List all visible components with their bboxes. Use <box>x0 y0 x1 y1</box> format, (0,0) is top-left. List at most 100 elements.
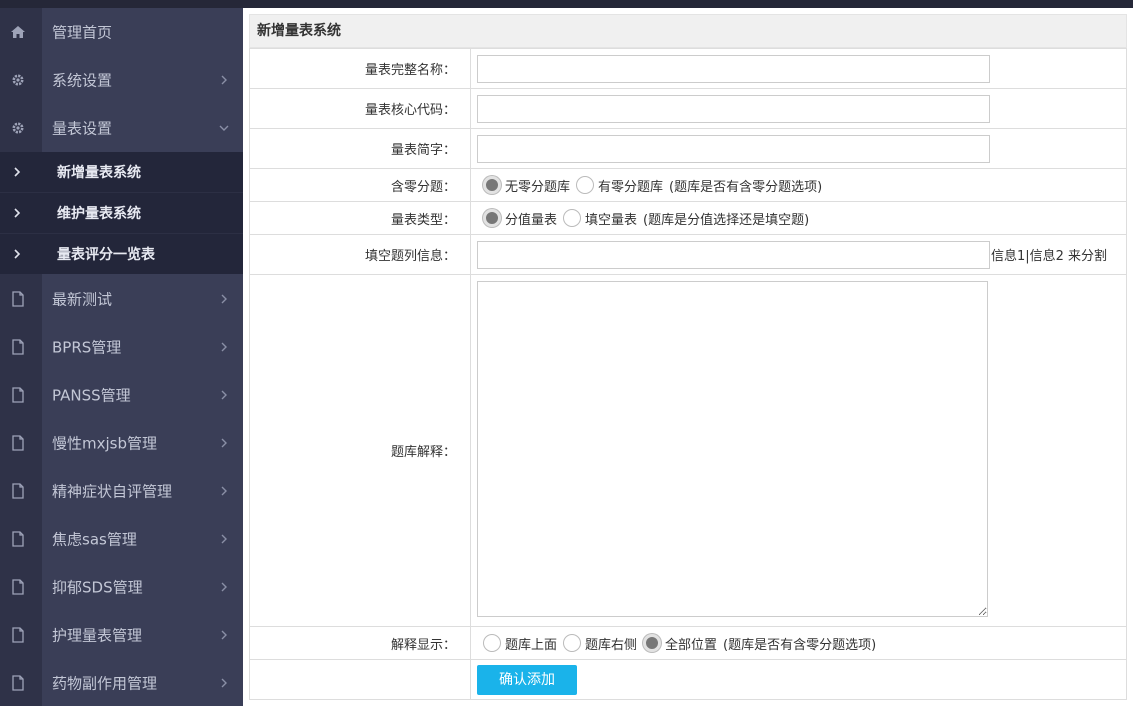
top-bar <box>0 0 1133 8</box>
main-content: 新增量表系统 量表完整名称： 量表核心代码： 量表简字： 含零分题： 无零分题库… <box>249 14 1127 700</box>
submenu-item-add-scale[interactable]: 新增量表系统 <box>0 152 243 193</box>
sidebar-item-drug-side-effects[interactable]: 药物副作用管理 <box>0 659 243 706</box>
file-icon <box>12 579 24 595</box>
sidebar-item-panss[interactable]: PANSS管理 <box>0 371 243 419</box>
explanation-textarea[interactable] <box>477 280 988 617</box>
explain-display-hint: (题库是否有含零分题选项) <box>723 637 877 653</box>
radio-score-scale[interactable] <box>483 209 501 227</box>
submit-cell: 确认添加 <box>470 659 1127 700</box>
form-row-submit: 确认添加 <box>249 659 1127 700</box>
sidebar-item-chronic[interactable]: 慢性mxjsb管理 <box>0 419 243 467</box>
submenu-item-label: 新增量表系统 <box>57 165 141 181</box>
file-icon <box>12 675 24 691</box>
core-code-input[interactable] <box>477 94 990 123</box>
sidebar-item-system-settings[interactable]: 系统设置 <box>0 56 243 104</box>
sidebar-item-label: BPRS管理 <box>52 338 122 357</box>
sidebar-item-label: 药物副作用管理 <box>52 674 158 693</box>
zero-sub-hint: (题库是否有含零分题选项) <box>669 179 823 195</box>
chevron-right-icon <box>221 294 227 304</box>
sidebar-item-latest-tests[interactable]: 最新测试 <box>0 275 243 323</box>
sidebar-item-symptom-self-eval[interactable]: 精神症状自评管理 <box>0 467 243 515</box>
file-icon <box>12 531 24 547</box>
radio-fill-scale[interactable] <box>563 209 582 227</box>
radio-above-bank[interactable] <box>483 634 501 652</box>
scale-type-hint: (题库是分值选择还是填空题) <box>643 212 810 228</box>
sidebar-item-anxiety-sas[interactable]: 焦虑sas管理 <box>0 515 243 563</box>
form-row-core-code: 量表核心代码： <box>249 88 1127 129</box>
form-row-explain-display: 解释显示： 题库上面 题库右侧 全部位置 (题库是否有含零分题选项) <box>249 626 1127 660</box>
file-icon <box>12 435 24 451</box>
confirm-add-button[interactable]: 确认添加 <box>477 664 577 695</box>
sidebar-item-home[interactable]: 管理首页 <box>0 8 243 56</box>
form-row-scale-type: 量表类型： 分值量表 填空量表 (题库是分值选择还是填空题) <box>249 201 1127 235</box>
radio-label: 填空量表 <box>585 212 638 228</box>
chevron-right-icon <box>14 208 21 218</box>
radio-right-of-bank[interactable] <box>563 634 582 652</box>
chevron-right-icon <box>221 630 227 640</box>
core-code-cell <box>470 88 1127 129</box>
radio-label: 分值量表 <box>505 212 558 228</box>
chevron-right-icon <box>14 249 21 259</box>
radio-all-positions[interactable] <box>643 634 662 652</box>
submenu-item-maintain-scale[interactable]: 维护量表系统 <box>0 193 243 234</box>
sidebar: 管理首页 系统设置 量表设置 新增量表系统 维护量表系统 量表评分一览表 最新测… <box>0 8 243 706</box>
submenu-item-scale-scores[interactable]: 量表评分一览表 <box>0 234 243 274</box>
sidebar-item-label: 抑郁SDS管理 <box>52 578 143 597</box>
fill-columns-hint: 信息1|信息2 来分割 <box>991 249 1108 264</box>
full-name-cell <box>470 48 1127 89</box>
short-name-input[interactable] <box>477 134 990 163</box>
fill-columns-label: 填空题列信息： <box>249 234 471 275</box>
explain-display-label: 解释显示： <box>249 626 471 660</box>
sidebar-item-bprs[interactable]: BPRS管理 <box>0 323 243 371</box>
file-icon <box>12 291 24 307</box>
form-row-full-name: 量表完整名称： <box>249 48 1127 89</box>
short-name-cell <box>470 128 1127 169</box>
form-row-zero-sub: 含零分题： 无零分题库 有零分题库 (题库是否有含零分题选项) <box>249 168 1127 202</box>
sidebar-item-label: 慢性mxjsb管理 <box>52 434 157 453</box>
sidebar-item-label: 护理量表管理 <box>52 626 143 645</box>
fill-columns-cell: 信息1|信息2 来分割 <box>470 234 1127 275</box>
submenu-item-label: 量表评分一览表 <box>57 247 155 263</box>
sidebar-item-scale-settings[interactable]: 量表设置 <box>0 104 243 152</box>
full-name-input[interactable] <box>477 54 990 83</box>
chevron-right-icon <box>221 678 227 688</box>
radio-label: 题库右侧 <box>585 637 638 653</box>
zero-sub-cell: 无零分题库 有零分题库 (题库是否有含零分题选项) <box>470 168 1127 202</box>
explain-display-cell: 题库上面 题库右侧 全部位置 (题库是否有含零分题选项) <box>470 626 1127 660</box>
chevron-right-icon <box>221 534 227 544</box>
add-scale-form: 量表完整名称： 量表核心代码： 量表简字： 含零分题： 无零分题库 有零分题库 … <box>249 48 1127 700</box>
form-row-fill-columns: 填空题列信息： 信息1|信息2 来分割 <box>249 234 1127 275</box>
radio-no-zero-sub[interactable] <box>483 176 501 194</box>
chevron-right-icon <box>221 582 227 592</box>
radio-label: 有零分题库 <box>598 179 664 195</box>
radio-has-zero-sub[interactable] <box>576 176 595 194</box>
form-row-short-name: 量表简字： <box>249 128 1127 169</box>
radio-label: 全部位置 <box>665 637 718 653</box>
short-name-label: 量表简字： <box>249 128 471 169</box>
chevron-right-icon <box>221 390 227 400</box>
gear-icon <box>12 122 24 134</box>
zero-sub-label: 含零分题： <box>249 168 471 202</box>
gear-icon <box>12 74 24 86</box>
fill-columns-input[interactable] <box>477 240 990 269</box>
sidebar-item-label: 焦虑sas管理 <box>52 530 137 549</box>
explanation-label: 题库解释： <box>249 274 471 627</box>
scale-settings-submenu: 新增量表系统 维护量表系统 量表评分一览表 <box>0 152 243 274</box>
chevron-right-icon <box>221 342 227 352</box>
chevron-right-icon <box>221 75 227 85</box>
submenu-item-label: 维护量表系统 <box>57 206 141 222</box>
sidebar-item-depression-sds[interactable]: 抑郁SDS管理 <box>0 563 243 611</box>
chevron-down-icon <box>219 125 229 131</box>
sidebar-item-nursing-scale[interactable]: 护理量表管理 <box>0 611 243 659</box>
home-icon <box>11 26 25 38</box>
sidebar-item-label: 最新测试 <box>52 290 113 309</box>
file-icon <box>12 339 24 355</box>
sidebar-item-label: 管理首页 <box>52 23 113 42</box>
scale-type-label: 量表类型： <box>249 201 471 235</box>
chevron-right-icon <box>14 167 21 177</box>
chevron-right-icon <box>221 438 227 448</box>
radio-label: 无零分题库 <box>505 179 571 195</box>
file-icon <box>12 627 24 643</box>
sidebar-item-label: PANSS管理 <box>52 386 131 405</box>
file-icon <box>12 483 24 499</box>
